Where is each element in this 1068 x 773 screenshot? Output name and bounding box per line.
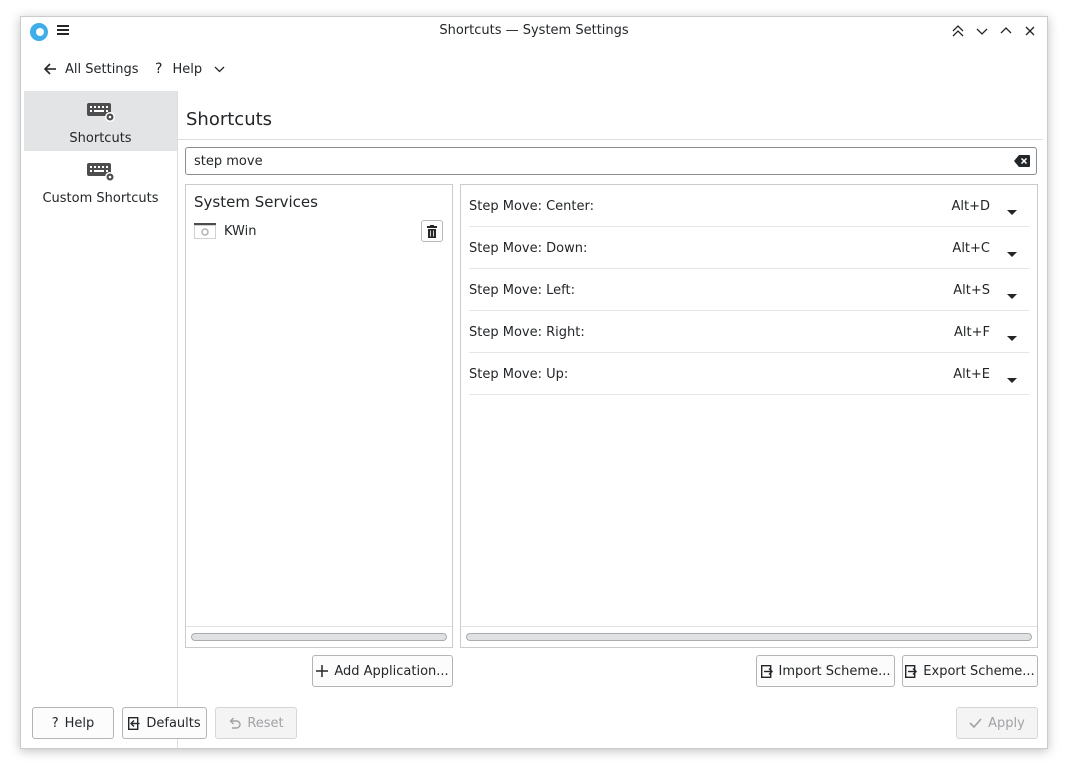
keyboard-settings-icon <box>86 101 116 127</box>
dropdown-arrow-icon[interactable] <box>1007 288 1017 303</box>
dropdown-arrow-icon[interactable] <box>1007 330 1017 345</box>
shortcut-key: Alt+F <box>954 325 990 340</box>
title-divider <box>178 139 1043 140</box>
close-icon[interactable] <box>1021 22 1039 40</box>
horizontal-scrollbar[interactable] <box>186 626 452 647</box>
apply-button[interactable]: Apply <box>956 707 1038 739</box>
checkmark-icon <box>969 718 982 728</box>
kwin-app-icon <box>194 223 216 243</box>
app-name: KWin <box>224 224 257 239</box>
apply-label: Apply <box>988 715 1025 731</box>
shortcut-name: Step Move: Up: <box>469 367 569 382</box>
import-scheme-button[interactable]: Import Scheme... <box>756 655 895 687</box>
export-scheme-label: Export Scheme... <box>923 663 1035 679</box>
sidebar-item-label: Custom Shortcuts <box>42 191 159 206</box>
sidebar-item-shortcuts[interactable]: Shortcuts <box>24 91 177 151</box>
help-menu-label: Help <box>172 61 203 77</box>
shortcut-name: Step Move: Down: <box>469 241 588 256</box>
undo-icon <box>228 717 242 729</box>
shortcut-name: Step Move: Left: <box>469 283 575 298</box>
keep-above-icon[interactable] <box>949 22 967 40</box>
defaults-button[interactable]: Defaults <box>122 707 207 739</box>
sidebar-item-custom-shortcuts[interactable]: Custom Shortcuts <box>24 151 177 211</box>
all-settings-button[interactable]: All Settings <box>43 57 139 81</box>
help-button[interactable]: ? Help <box>32 707 114 739</box>
scrollbar-handle[interactable] <box>466 633 1032 641</box>
dropdown-arrow-icon[interactable] <box>1007 372 1017 387</box>
shortcut-row[interactable]: Step Move: Left: Alt+S <box>469 269 1029 311</box>
add-application-label: Add Application... <box>334 663 449 679</box>
shortcut-name: Step Move: Center: <box>469 199 595 214</box>
search-field[interactable] <box>185 147 1037 175</box>
defaults-label: Defaults <box>146 715 201 731</box>
export-scheme-button[interactable]: Export Scheme... <box>902 655 1038 687</box>
shortcut-row[interactable]: Step Move: Center: Alt+D <box>469 185 1029 227</box>
add-application-button[interactable]: Add Application... <box>312 655 453 687</box>
delete-button[interactable] <box>421 220 443 242</box>
panel-header: System Services <box>194 193 318 211</box>
help-menu-button[interactable]: ? Help <box>155 57 225 81</box>
export-icon <box>905 664 918 678</box>
horizontal-scrollbar[interactable] <box>461 626 1037 647</box>
dropdown-arrow-icon[interactable] <box>1007 204 1017 219</box>
chevron-down-icon <box>214 66 225 73</box>
arrow-left-icon <box>43 62 57 76</box>
shortcut-key: Alt+S <box>953 283 990 298</box>
shortcut-key: Alt+E <box>953 367 990 382</box>
system-settings-window: Shortcuts — System Settings All Settings… <box>20 16 1048 749</box>
plus-icon <box>316 665 329 677</box>
import-icon <box>760 664 773 678</box>
shortcut-list-panel: Step Move: Center: Alt+D Step Move: Down… <box>460 184 1038 648</box>
title-bar[interactable]: Shortcuts — System Settings <box>21 17 1047 45</box>
list-item-kwin[interactable]: KWin <box>186 219 452 245</box>
help-label: Help <box>64 715 95 731</box>
shortcut-key: Alt+D <box>951 199 990 214</box>
reset-label: Reset <box>247 715 284 731</box>
application-list-panel: System Services KWin <box>185 184 453 648</box>
scrollbar-handle[interactable] <box>191 633 447 641</box>
minimize-icon[interactable] <box>973 22 991 40</box>
sidebar: Shortcuts Custom Shortcuts <box>24 91 178 748</box>
shortcut-row[interactable]: Step Move: Down: Alt+C <box>469 227 1029 269</box>
page-title: Shortcuts <box>186 109 273 130</box>
defaults-icon <box>128 716 140 730</box>
shortcut-name: Step Move: Right: <box>469 325 585 340</box>
maximize-icon[interactable] <box>997 22 1015 40</box>
sidebar-item-label: Shortcuts <box>69 131 132 146</box>
trash-icon <box>427 224 437 238</box>
import-scheme-label: Import Scheme... <box>778 663 891 679</box>
window-title: Shortcuts — System Settings <box>439 23 629 38</box>
shortcut-row[interactable]: Step Move: Up: Alt+E <box>469 353 1029 395</box>
toolbar: All Settings ? Help <box>21 53 1047 85</box>
search-input[interactable] <box>194 152 994 170</box>
dropdown-arrow-icon[interactable] <box>1007 246 1017 261</box>
all-settings-label: All Settings <box>65 61 139 77</box>
shortcut-key: Alt+C <box>952 241 990 256</box>
keyboard-settings-icon <box>86 161 116 187</box>
question-icon: ? <box>51 715 59 731</box>
clear-text-icon[interactable] <box>1014 155 1030 171</box>
shortcut-row[interactable]: Step Move: Right: Alt+F <box>469 311 1029 353</box>
question-icon: ? <box>155 61 163 77</box>
reset-button[interactable]: Reset <box>215 707 297 739</box>
